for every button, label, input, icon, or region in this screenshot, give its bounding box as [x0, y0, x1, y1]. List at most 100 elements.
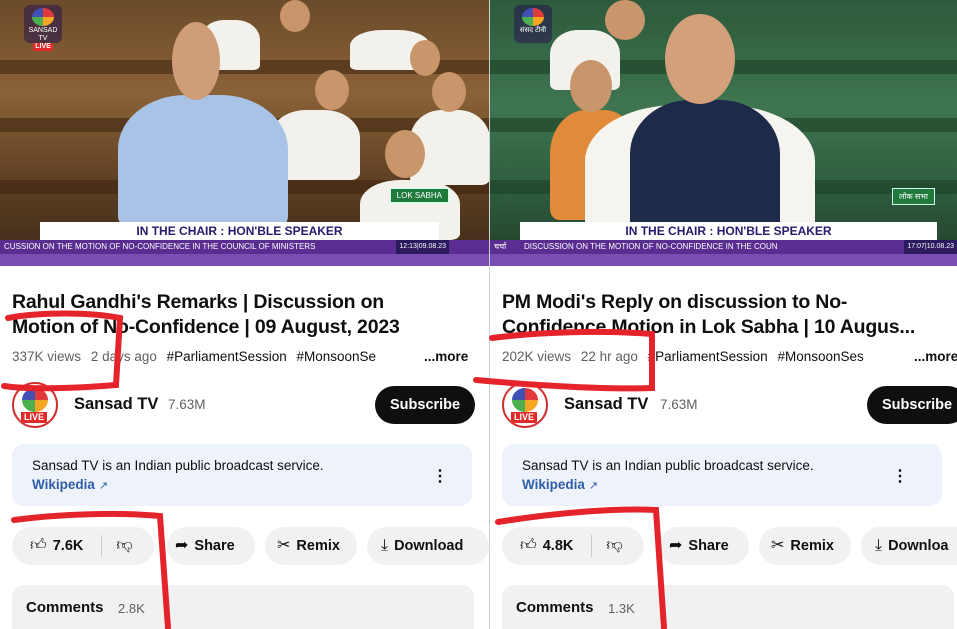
- share-button[interactable]: ➦ Share: [659, 527, 749, 565]
- remix-icon: ✂: [771, 537, 785, 554]
- like-count[interactable]: 7.6K: [53, 538, 84, 554]
- audience-member: [315, 70, 349, 110]
- speaker-head: [665, 14, 735, 104]
- like-count[interactable]: 4.8K: [543, 538, 574, 554]
- channel-avatar[interactable]: LIVE: [12, 382, 58, 428]
- house-badge: लोक सभा: [892, 188, 935, 205]
- hashtag-link[interactable]: #MonsoonSes: [777, 349, 863, 364]
- house-badge: LOK SABHA: [389, 188, 449, 203]
- upload-age: 22 hr ago: [580, 349, 638, 364]
- view-count: 202K views: [502, 349, 572, 364]
- thumbs-down-icon[interactable]: 👎︎: [116, 537, 132, 554]
- download-button[interactable]: ⤓ Downloa: [861, 527, 957, 565]
- ticker-timestamp: 12:13|09.08.23: [396, 240, 449, 254]
- live-badge: LIVE: [21, 412, 48, 423]
- subscriber-count: 7.63M: [168, 397, 206, 412]
- like-dislike-pill: 👍︎ 7.6K 👎︎: [12, 527, 154, 565]
- right-video-panel: संसद टीवी लोक सभा IN THE CHAIR : HON'BLE…: [490, 0, 957, 629]
- comments-label: Comments: [26, 599, 104, 616]
- video-meta[interactable]: 337K views 2 days ago #ParliamentSession…: [12, 349, 376, 364]
- thumbs-up-icon[interactable]: 👍︎: [520, 537, 537, 554]
- sansad-tv-logo: संसद टीवी: [514, 5, 552, 43]
- channel-row: LIVE Sansad TV 7.63M Subscribe: [502, 382, 957, 428]
- subscribe-button[interactable]: Subscribe: [375, 386, 476, 424]
- share-label: Share: [194, 538, 235, 554]
- hashtag-link[interactable]: #MonsoonSe: [296, 349, 376, 364]
- live-badge: LIVE: [511, 412, 538, 423]
- view-count: 337K views: [12, 349, 82, 364]
- speaker-figure: [118, 95, 288, 230]
- more-link[interactable]: ...more: [908, 349, 957, 364]
- channel-name[interactable]: Sansad TV: [564, 395, 648, 414]
- channel-logo-icon: [512, 388, 538, 412]
- live-tag: LIVE: [33, 43, 53, 51]
- video-meta[interactable]: 202K views 22 hr ago #ParliamentSession …: [502, 349, 864, 364]
- audience-member: [605, 0, 645, 40]
- audience-member: [410, 40, 440, 76]
- sansad-tv-logo: SANSAD TV LIVE: [24, 5, 62, 51]
- subscriber-count: 7.63M: [660, 397, 698, 412]
- channel-row: LIVE Sansad TV 7.63M Subscribe: [12, 382, 489, 428]
- remix-button[interactable]: ✂ Remix: [265, 527, 357, 565]
- subscribe-button[interactable]: Subscribe: [867, 386, 957, 424]
- description-box[interactable]: Sansad TV is an Indian public broadcast …: [12, 444, 472, 506]
- remix-button[interactable]: ✂ Remix: [759, 527, 851, 565]
- description-text: Sansad TV is an Indian public broadcast …: [32, 458, 324, 473]
- wikipedia-link[interactable]: Wikipedia ↗: [522, 477, 598, 492]
- speaker-head: [172, 22, 220, 100]
- title-line: Motion of No-Confidence | 09 August, 202…: [12, 316, 400, 338]
- chair-caption: IN THE CHAIR : HON'BLE SPEAKER: [40, 222, 439, 240]
- title-line: PM Modi's Reply on discussion to No-: [502, 291, 848, 313]
- logo-text: SANSAD TV: [28, 27, 58, 42]
- action-bar: 👍︎ 7.6K 👎︎ ➦ Share ✂ Remix ⤓ Download: [12, 527, 489, 565]
- wikipedia-link[interactable]: Wikipedia ↗: [32, 477, 108, 492]
- download-label: Download: [394, 538, 464, 554]
- thumbs-down-icon[interactable]: 👎︎: [606, 537, 622, 554]
- action-bar: 👍︎ 4.8K 👎︎ ➦ Share ✂ Remix ⤓ Downloa: [502, 527, 957, 565]
- thumbs-up-icon[interactable]: 👍︎: [30, 537, 47, 554]
- ticker-strip: [490, 254, 957, 266]
- remix-icon: ✂: [277, 537, 291, 554]
- comments-count: 1.3K: [608, 601, 635, 616]
- channel-logo-icon: [522, 8, 544, 26]
- wikipedia-link-label: Wikipedia: [522, 477, 585, 492]
- share-label: Share: [688, 538, 729, 554]
- audience-member: [280, 0, 310, 32]
- divider: [101, 535, 103, 558]
- external-link-icon: ↗: [98, 480, 109, 492]
- comments-label: Comments: [516, 599, 594, 616]
- remix-label: Remix: [296, 538, 340, 554]
- ticker-prefix: चर्चा: [494, 242, 507, 251]
- more-options-icon[interactable]: ⋮: [892, 466, 908, 486]
- title-line: Confidence Motion in Lok Sabha | 10 Augu…: [502, 316, 916, 338]
- left-video-panel: SANSAD TV LIVE LOK SABHA IN THE CHAIR : …: [0, 0, 489, 629]
- download-icon: ⤓: [381, 537, 389, 554]
- like-dislike-pill: 👍︎ 4.8K 👎︎: [502, 527, 644, 565]
- share-icon: ➦: [669, 537, 683, 554]
- channel-name[interactable]: Sansad TV: [74, 395, 158, 414]
- video-player[interactable]: SANSAD TV LIVE LOK SABHA IN THE CHAIR : …: [0, 0, 489, 266]
- video-title: PM Modi's Reply on discussion to No- Con…: [502, 290, 957, 340]
- audience-member: [432, 72, 466, 112]
- remix-label: Remix: [790, 538, 834, 554]
- title-line: Rahul Gandhi's Remarks | Discussion on: [12, 291, 385, 313]
- channel-avatar[interactable]: LIVE: [502, 382, 548, 428]
- channel-logo-icon: [32, 8, 54, 26]
- hashtag-link[interactable]: #ParliamentSession: [648, 349, 768, 364]
- more-link[interactable]: ...more: [418, 349, 469, 364]
- comments-section[interactable]: Comments 2.8K: [12, 585, 474, 629]
- speaker-vest: [630, 100, 780, 235]
- download-button[interactable]: ⤓ Download: [367, 527, 489, 565]
- chair-caption: IN THE CHAIR : HON'BLE SPEAKER: [520, 222, 937, 240]
- ticker-strip: [0, 254, 489, 266]
- ticker-timestamp: 17:07|10.08.23: [904, 240, 957, 254]
- description-box[interactable]: Sansad TV is an Indian public broadcast …: [502, 444, 942, 506]
- more-options-icon[interactable]: ⋮: [432, 466, 448, 486]
- hashtag-link[interactable]: #ParliamentSession: [167, 349, 287, 364]
- wikipedia-link-label: Wikipedia: [32, 477, 95, 492]
- comments-section[interactable]: Comments 1.3K: [502, 585, 954, 629]
- download-label: Downloa: [888, 538, 949, 554]
- channel-logo-icon: [22, 388, 48, 412]
- video-player[interactable]: संसद टीवी लोक सभा IN THE CHAIR : HON'BLE…: [490, 0, 957, 266]
- share-button[interactable]: ➦ Share: [167, 527, 255, 565]
